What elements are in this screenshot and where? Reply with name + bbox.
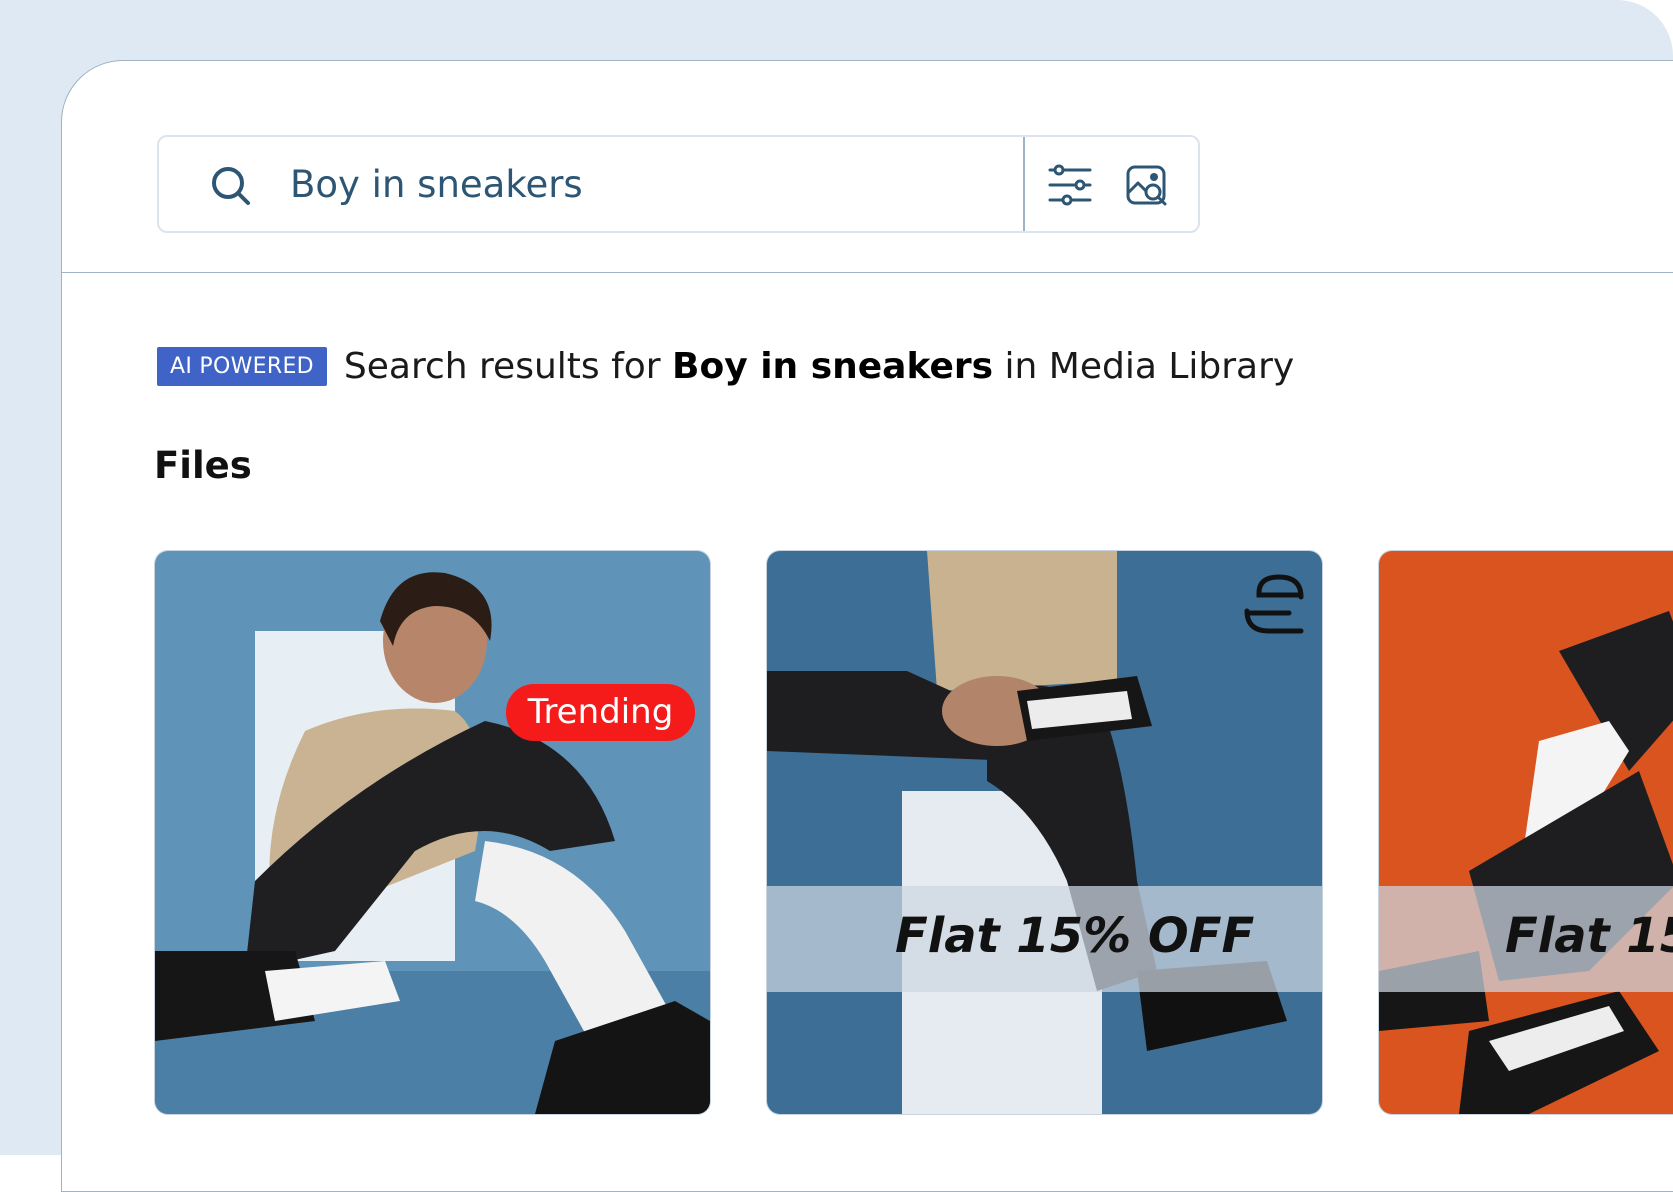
search-bar (157, 135, 1200, 233)
file-card-3[interactable]: Flat 15 (1378, 550, 1673, 1115)
image-search-icon[interactable] (1126, 165, 1168, 207)
results-summary: AI POWERED Search results for Boy in sne… (157, 336, 1294, 396)
search-icon[interactable] (209, 164, 253, 208)
search-divider (1023, 137, 1025, 231)
files-heading: Files (154, 444, 252, 487)
offer-banner-2: Flat 15% OFF (767, 886, 1322, 992)
results-text: Search results for Boy in sneakers in Me… (344, 346, 1294, 387)
ai-powered-badge: AI POWERED (157, 346, 327, 386)
search-input[interactable] (290, 157, 990, 211)
results-suffix: in Media Library (993, 345, 1295, 387)
offer-text-3: Flat 15 (1505, 908, 1673, 964)
file-thumbnail-3 (1379, 551, 1673, 1114)
media-library-panel: AI POWERED Search results for Boy in sne… (61, 60, 1673, 1192)
results-prefix: Search results for (343, 345, 673, 387)
search-toolbar (62, 61, 1673, 273)
offer-banner-3: Flat 15 (1379, 886, 1673, 992)
results-query: Boy in sneakers (672, 345, 994, 387)
file-thumbnail-1 (155, 551, 710, 1114)
brand-logo-icon (1244, 574, 1304, 634)
offer-text-2: Flat 15% OFF (895, 908, 1255, 964)
file-card-2[interactable]: Flat 15% OFF (766, 550, 1323, 1115)
file-card-1[interactable]: Trending (154, 550, 711, 1115)
sliders-icon[interactable] (1047, 163, 1093, 207)
trending-badge: Trending (506, 684, 695, 741)
